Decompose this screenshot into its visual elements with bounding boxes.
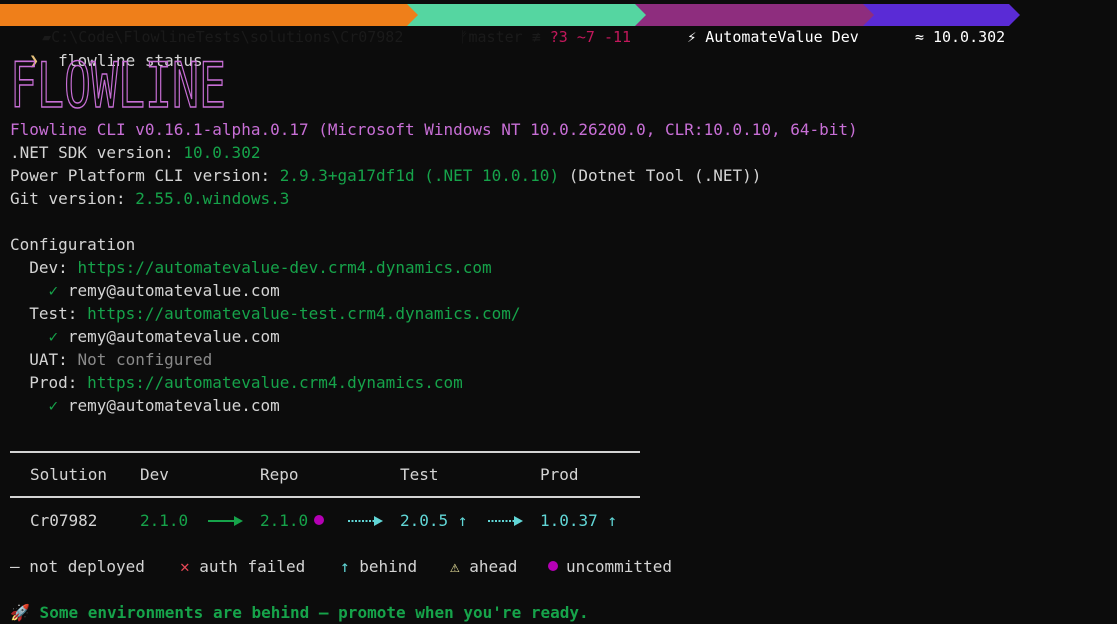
legend-not-deployed: — not deployed xyxy=(10,557,145,576)
header-repo: Repo xyxy=(260,465,299,484)
row-solution: Cr07982 xyxy=(30,511,98,530)
header-test: Test xyxy=(400,465,439,484)
config-test-user: ✓ remy@automatevalue.com xyxy=(10,325,280,348)
uat-label: UAT: xyxy=(29,350,78,369)
version-line: Flowline CLI v0.16.1-alpha.0.17 (Microso… xyxy=(10,120,858,139)
config-prod-user: ✓ remy@automatevalue.com xyxy=(10,394,280,417)
test-user: remy@automatevalue.com xyxy=(67,327,280,346)
legend-ahead: ⚠ ahead xyxy=(450,557,518,576)
prompt-path-segment: ▰C:\Code\FlowlineTests\solutions\Cr07982 xyxy=(0,4,419,46)
cross-icon: ✕ xyxy=(180,557,190,576)
pac-version-line: Power Platform CLI version: 2.9.3+ga17df… xyxy=(10,164,761,187)
config-heading: Configuration xyxy=(10,235,136,254)
arrow-dotted-icon xyxy=(488,516,523,526)
table-header-rule xyxy=(10,496,640,498)
git-label: Git version: xyxy=(10,189,136,208)
rocket-icon: 🚀 xyxy=(10,603,30,622)
branch-icon: ᚠ xyxy=(459,28,469,46)
config-prod: Prod: https://automatevalue.crm4.dynamic… xyxy=(10,371,463,394)
dotnet-label: .NET SDK version: xyxy=(10,143,184,162)
bolt-icon: ⚡ xyxy=(687,28,697,46)
dotnet-icon: ≈ xyxy=(914,28,924,46)
git-value: 2.55.0.windows.3 xyxy=(135,189,290,208)
test-url[interactable]: https://automatevalue-test.crm4.dynamics… xyxy=(87,304,520,323)
prompt-git-segment: ᚠmaster ≢ ?3 ~7 -11 xyxy=(407,4,646,46)
pac-suffix: (Dotnet Tool (.NET)) xyxy=(559,166,762,185)
legend-uncommitted: uncommitted xyxy=(548,555,672,578)
check-icon: ✓ xyxy=(48,281,59,300)
flowline-logo: FLOWLINE xyxy=(10,55,227,113)
dev-url[interactable]: https://automatevalue-dev.crm4.dynamics.… xyxy=(77,258,491,277)
dotnet-version-line: .NET SDK version: 10.0.302 xyxy=(10,141,260,164)
warning-icon: ⚠ xyxy=(450,557,460,576)
legend-auth-failed: ✕ auth failed xyxy=(180,557,306,576)
prompt-bar: ▰C:\Code\FlowlineTests\solutions\Cr07982… xyxy=(0,4,1021,46)
prompt-app-segment: ⚡ AutomateValue Dev xyxy=(635,4,874,46)
dotnet-value: 10.0.302 xyxy=(183,143,261,162)
prompt-path: C:\Code\FlowlineTests\solutions\Cr07982 xyxy=(51,28,404,46)
prod-label: Prod: xyxy=(29,373,88,392)
app-label: AutomateValue Dev xyxy=(705,28,859,46)
row-repo: 2.1.0 xyxy=(260,509,325,532)
uncommitted-dot-icon xyxy=(548,561,558,571)
dev-label: Dev: xyxy=(29,258,78,277)
prod-url[interactable]: https://automatevalue.crm4.dynamics.com xyxy=(87,373,463,392)
row-prod: 1.0.37 ↑ xyxy=(540,511,618,530)
header-solution: Solution xyxy=(30,465,108,484)
footer-message: 🚀 Some environments are behind — promote… xyxy=(10,603,589,622)
arrow-solid-icon xyxy=(208,516,243,526)
header-dev: Dev xyxy=(140,465,169,484)
pac-label: Power Platform CLI version: xyxy=(10,166,280,185)
check-icon: ✓ xyxy=(48,396,59,415)
pac-value: 2.9.3+ga17df1d (.NET 10.0.10) xyxy=(279,166,560,185)
row-test: 2.0.5 ↑ xyxy=(400,511,468,530)
logo-text: FLOWLINE xyxy=(10,55,226,113)
uncommitted-dot-icon xyxy=(314,515,325,525)
arrow-dotted-icon xyxy=(348,516,383,526)
uat-value: Not configured xyxy=(77,350,213,369)
git-status: ?3 ~7 -11 xyxy=(549,28,632,46)
config-dev: Dev: https://automatevalue-dev.crm4.dyna… xyxy=(10,256,491,279)
prod-user: remy@automatevalue.com xyxy=(67,396,280,415)
header-prod: Prod xyxy=(540,465,579,484)
git-branch: master ≢ xyxy=(468,28,541,46)
legend-behind: ↑ behind xyxy=(340,557,418,576)
config-test: Test: https://automatevalue-test.crm4.dy… xyxy=(10,302,520,325)
sdk-label: 10.0.302 xyxy=(932,28,1006,46)
config-uat: UAT: Not configured xyxy=(10,348,212,371)
check-icon: ✓ xyxy=(48,327,59,346)
git-version-line: Git version: 2.55.0.windows.3 xyxy=(10,187,289,210)
dev-user: remy@automatevalue.com xyxy=(67,281,280,300)
arrow-up-icon: ↑ xyxy=(340,557,350,576)
folder-icon: ▰ xyxy=(42,28,52,46)
row-dev: 2.1.0 xyxy=(140,511,189,530)
table-top-rule xyxy=(10,451,640,453)
config-dev-user: ✓ remy@automatevalue.com xyxy=(10,279,280,302)
prompt-sdk-segment: ≈ 10.0.302 xyxy=(862,4,1021,46)
test-label: Test: xyxy=(29,304,88,323)
